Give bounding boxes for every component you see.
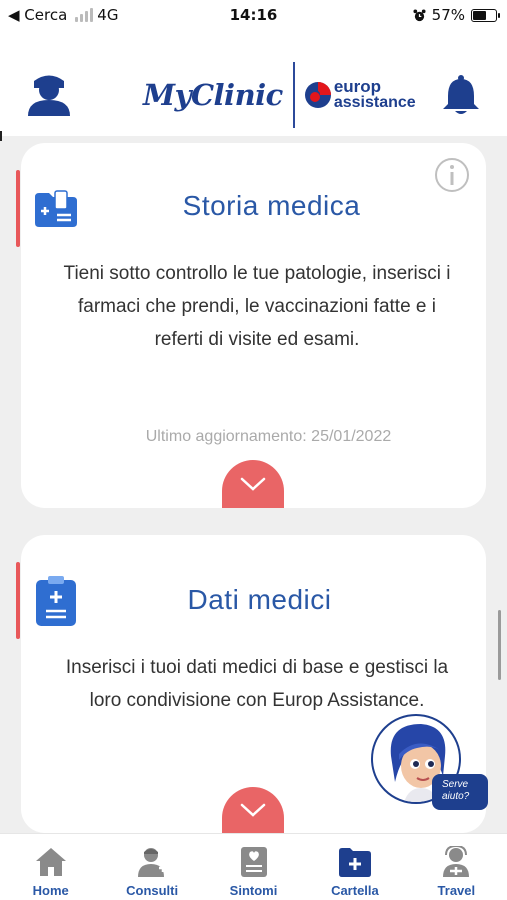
doctor-icon [138, 848, 168, 877]
help-badge[interactable]: Serve aiuto? [432, 774, 488, 810]
card-title: Dati medici [187, 584, 332, 615]
europ-assistance-mark-icon [304, 82, 331, 108]
logo-divider [292, 62, 295, 128]
nav-label: Travel [437, 883, 476, 898]
status-bar: ◀ Cerca 4G 14:16 57% [0, 0, 507, 34]
medical-folder-icon [338, 848, 371, 877]
last-update-date: 25/01/2022 [311, 428, 392, 445]
europ-assistance-logo: europ assistance [304, 77, 416, 111]
nav-label: Cartella [331, 883, 379, 898]
nav-item-consulti[interactable]: Consulti [101, 834, 202, 900]
bottom-navigation: Home Consulti Sintomi Cartella Travel [0, 833, 507, 900]
card-accent-bar [16, 562, 20, 639]
travel-doctor-icon [443, 846, 470, 877]
alarm-icon [413, 8, 426, 21]
assistance-text: assistance [333, 94, 416, 111]
chevron-down-icon [240, 477, 266, 491]
home-icon [35, 848, 66, 876]
notification-bell-icon[interactable] [440, 74, 482, 116]
europ-text: europ [333, 77, 382, 96]
nav-item-sintomi[interactable]: Sintomi [203, 834, 304, 900]
medical-history-card[interactable]: Storia medica Tieni sotto controllo le t… [16, 143, 486, 508]
card-accent-bar [16, 170, 20, 247]
scrollbar[interactable] [498, 610, 501, 680]
nav-item-cartella[interactable]: Cartella [304, 834, 405, 900]
app-logo: MyClinic europ assistance [143, 62, 416, 128]
help-badge-line2: aiuto? [442, 791, 470, 802]
status-right: 57% [413, 6, 500, 24]
battery-icon [471, 8, 500, 22]
myclinic-logo-text: MyClinic [143, 78, 283, 112]
help-badge-line1: Serve [442, 779, 469, 790]
app-header: MyClinic europ assistance [0, 34, 507, 136]
nav-label: Home [32, 883, 69, 898]
chevron-down-icon [240, 803, 266, 817]
battery-percent: 57% [431, 6, 465, 24]
nav-item-travel[interactable]: Travel [406, 834, 507, 900]
user-profile-icon[interactable] [26, 72, 72, 116]
expand-button[interactable] [222, 787, 284, 833]
nav-item-home[interactable]: Home [0, 834, 101, 900]
expand-button[interactable] [222, 460, 284, 508]
nav-label: Consulti [126, 883, 179, 898]
card-description: Tieni sotto controllo le tue patologie, … [63, 263, 451, 350]
card-description: Inserisci i tuoi dati medici di base e g… [65, 657, 449, 711]
symptoms-icon [240, 847, 267, 877]
card-title: Storia medica [182, 190, 361, 221]
info-icon[interactable] [434, 157, 470, 193]
edge-marker [0, 131, 2, 141]
last-update: Ultimo aggiornamento: 25/01/2022 [21, 428, 486, 446]
last-update-label: Ultimo aggiornamento: [145, 428, 307, 445]
nav-label: Sintomi [229, 883, 278, 898]
